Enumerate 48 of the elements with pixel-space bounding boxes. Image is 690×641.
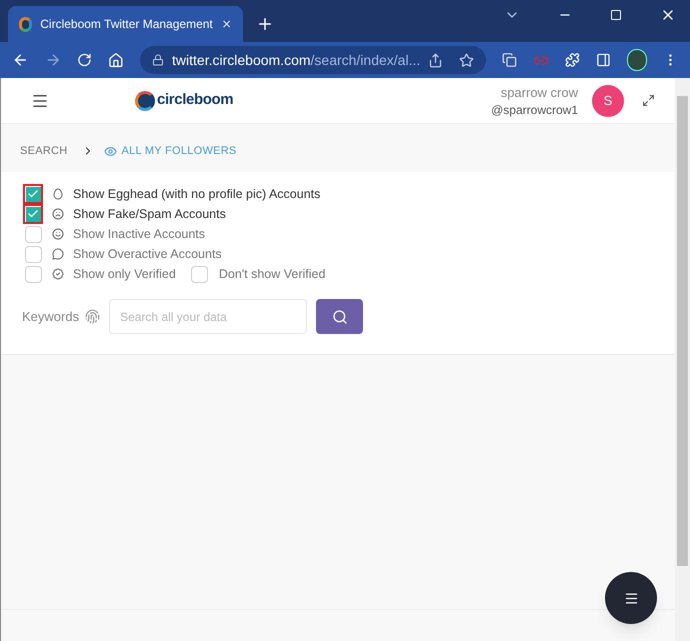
profile-avatar[interactable] xyxy=(626,49,648,71)
reload-icon[interactable] xyxy=(77,52,92,68)
filter-label: Show only Verified xyxy=(73,266,176,283)
lock-icon xyxy=(152,54,164,66)
share-icon[interactable] xyxy=(428,52,444,68)
checkbox[interactable] xyxy=(23,184,43,204)
breadcrumb-current: ALL MY FOLLOWERS xyxy=(122,144,237,159)
search-field[interactable]: Search all your data xyxy=(109,299,308,334)
filter-label: Show Egghead (with no profile pic) Accounts xyxy=(73,186,320,203)
speech-bubble-icon xyxy=(52,248,64,260)
side-panel-icon[interactable] xyxy=(596,52,611,68)
checkbox[interactable] xyxy=(23,204,43,224)
tab-title: Circleboom Twitter Management xyxy=(40,16,213,33)
address-bar[interactable]: twitter.circleboom.com/search/index/al... xyxy=(140,46,486,74)
egg-icon xyxy=(52,188,64,200)
menu-icon xyxy=(624,590,638,606)
user-avatar[interactable]: S xyxy=(592,84,624,116)
user-handle: @sparrowcrow1 xyxy=(491,102,578,118)
new-tab-icon[interactable] xyxy=(256,15,274,33)
search-icon xyxy=(332,308,348,324)
url-text: twitter.circleboom.com/search/index/al... xyxy=(172,50,420,70)
search-button[interactable] xyxy=(316,299,364,334)
check-icon xyxy=(27,188,39,200)
filter-label: Don't show Verified xyxy=(218,266,326,283)
favicon-icon xyxy=(19,16,32,32)
badge-check-icon xyxy=(52,268,64,280)
expand-icon[interactable] xyxy=(642,94,655,107)
filter-label: Show Fake/Spam Accounts xyxy=(73,206,226,223)
extension-icon[interactable] xyxy=(502,52,518,68)
breadcrumb-link[interactable]: SEARCH xyxy=(20,142,68,160)
check-icon xyxy=(27,208,39,220)
user-name: sparrow crow xyxy=(500,84,578,102)
puzzle-icon[interactable] xyxy=(564,52,580,68)
eye-icon xyxy=(104,144,116,158)
logo-text: circleboom xyxy=(157,90,234,110)
face-icon xyxy=(52,208,64,220)
scrollbar-thumb[interactable] xyxy=(677,96,688,566)
home-icon[interactable] xyxy=(108,52,124,68)
filter-label: Show Inactive Accounts xyxy=(73,226,206,243)
filter-label: Show Overactive Accounts xyxy=(73,246,222,263)
logo-icon xyxy=(135,90,155,110)
star-icon[interactable] xyxy=(459,52,474,68)
keywords-label: Keywords xyxy=(22,308,80,326)
smiley-icon xyxy=(52,228,64,240)
browser-tab[interactable]: Circleboom Twitter Management xyxy=(8,6,243,42)
floating-menu-button[interactable] xyxy=(605,572,657,624)
maximize-icon[interactable] xyxy=(610,9,622,21)
fingerprint-icon xyxy=(85,309,100,324)
